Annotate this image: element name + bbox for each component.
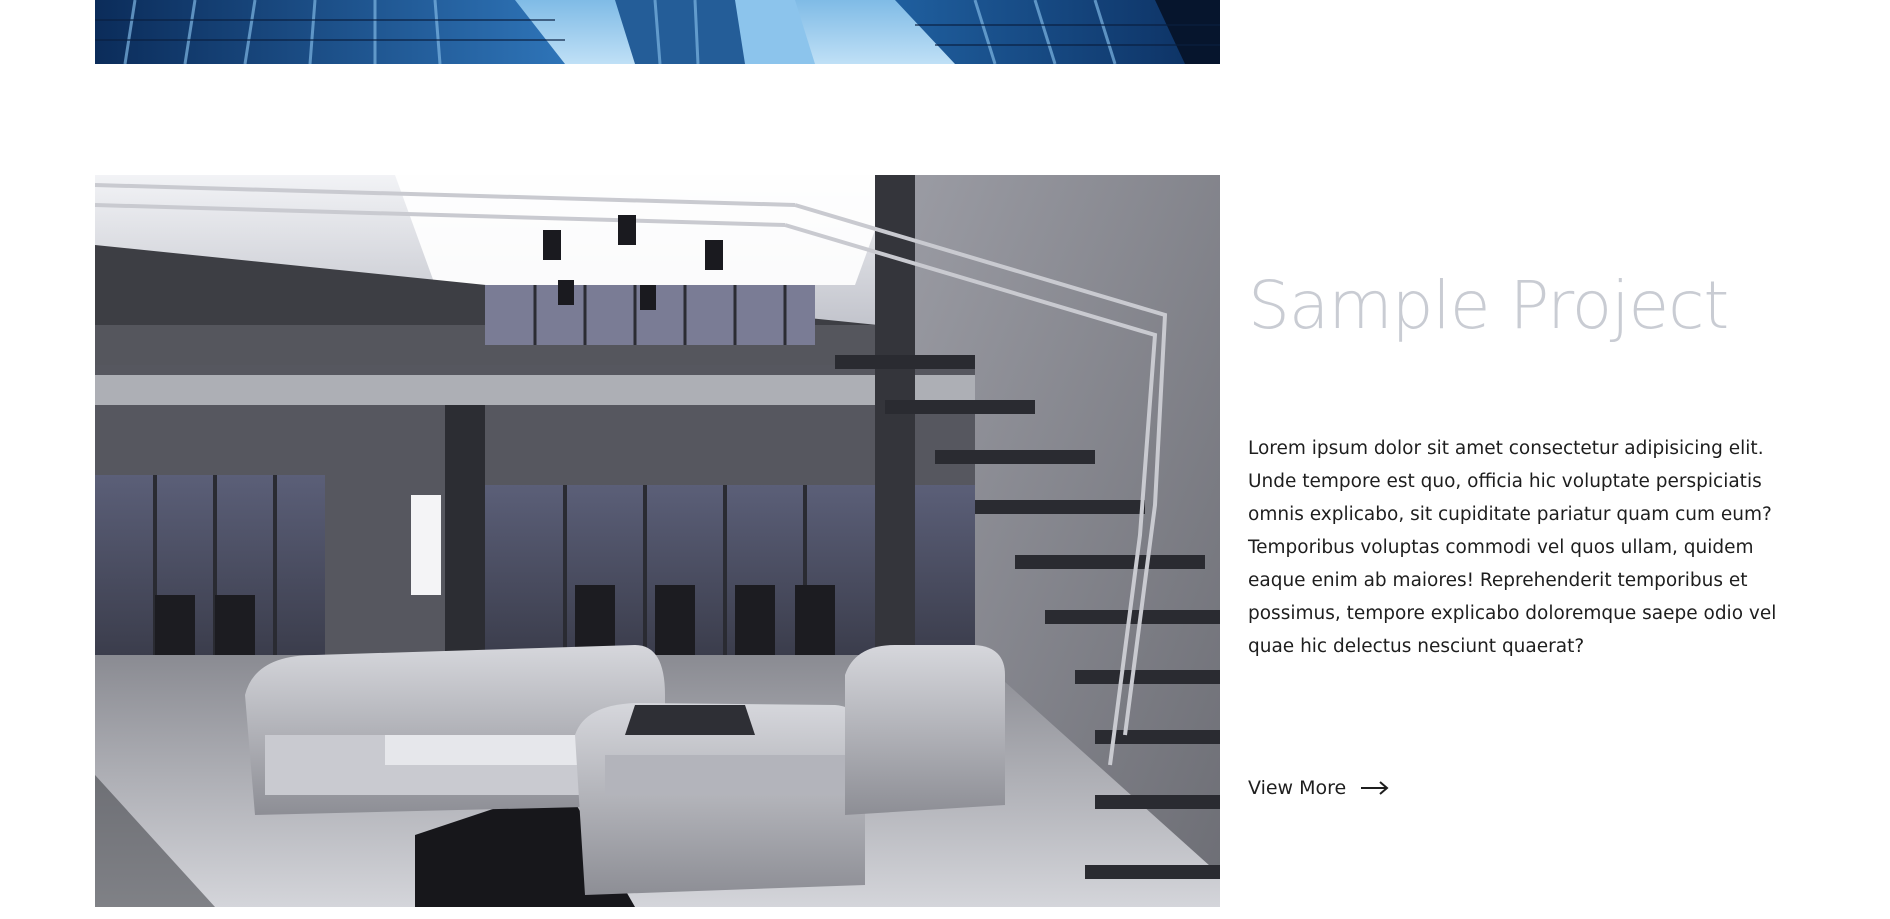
previous-project-image[interactable] [95,0,1220,64]
view-more-link[interactable]: View More [1248,777,1390,799]
project-info: Sample Project Lorem ipsum dolor sit ame… [1248,175,1818,907]
project-title: Sample Project [1248,267,1729,344]
office-lounge-interior-image [95,175,1220,907]
portfolio-page: Sample Project Lorem ipsum dolor sit ame… [0,0,1890,919]
arrow-right-icon [1360,780,1390,796]
building-towers-image [95,0,1220,64]
project-description: Lorem ipsum dolor sit amet consectetur a… [1248,438,1777,657]
project-card: Sample Project Lorem ipsum dolor sit ame… [95,175,1815,907]
view-more-label: View More [1248,777,1347,799]
project-image[interactable] [95,175,1220,907]
